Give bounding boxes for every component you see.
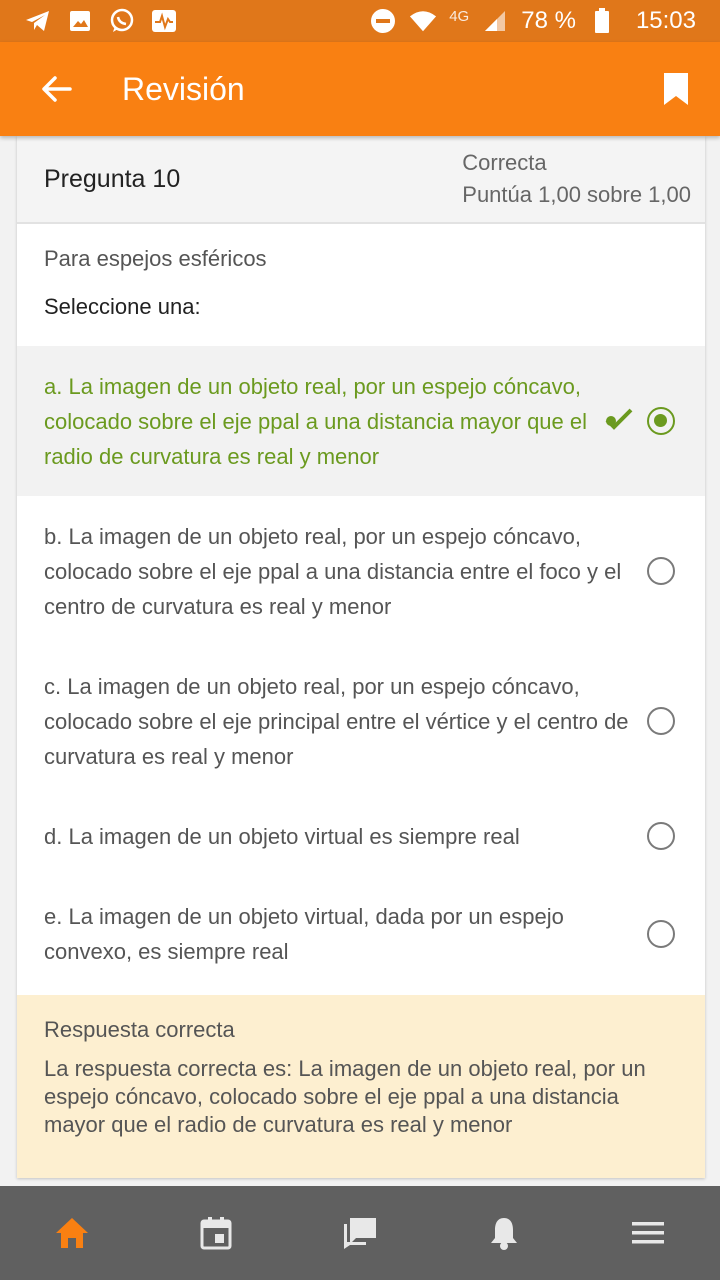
answer-options: a. La imagen de un objeto real, por un e…: [17, 346, 705, 991]
activity-icon: [150, 7, 178, 35]
messages-icon[interactable]: [330, 1203, 390, 1263]
question-status: Correcta Puntúa 1,00 sobre 1,00: [462, 147, 691, 211]
score-text: Puntúa 1,00 sobre 1,00: [462, 182, 691, 207]
question-card: Pregunta 10 Correcta Puntúa 1,00 sobre 1…: [17, 136, 705, 1178]
option-c-radio[interactable]: [647, 707, 675, 735]
option-c-text: c. La imagen de un objeto real, por un e…: [44, 673, 629, 769]
bookmark-icon[interactable]: [656, 69, 696, 109]
option-c[interactable]: c. La imagen de un objeto real, por un e…: [17, 646, 705, 796]
clock: 15:03: [635, 7, 696, 34]
image-icon: [66, 7, 94, 35]
battery-percent: 78 %: [521, 7, 576, 34]
signal-icon: [481, 7, 509, 35]
feedback-box: Respuesta correcta La respuesta correcta…: [17, 995, 705, 1178]
option-e[interactable]: e. La imagen de un objeto virtual, dada …: [17, 876, 705, 991]
wifi-icon: [409, 7, 437, 35]
option-b[interactable]: b. La imagen de un objeto real, por un e…: [17, 496, 705, 646]
question-header: Pregunta 10 Correcta Puntúa 1,00 sobre 1…: [17, 136, 705, 224]
option-d-text: d. La imagen de un objeto virtual es sie…: [44, 823, 520, 849]
page-title: Revisión: [122, 70, 245, 107]
check-icon: [605, 406, 635, 437]
dnd-icon: [369, 7, 397, 35]
home-icon[interactable]: [42, 1203, 102, 1263]
status-text: Correcta: [462, 150, 547, 175]
feedback-body: La respuesta correcta es: La imagen de u…: [44, 1056, 646, 1137]
network-type: 4G: [449, 7, 470, 25]
notifications-icon[interactable]: [474, 1203, 534, 1263]
question-instruction: Seleccione una:: [44, 294, 201, 319]
option-d[interactable]: d. La imagen de un objeto virtual es sie…: [17, 796, 705, 876]
option-a-text: a. La imagen de un objeto real, por un e…: [44, 373, 588, 469]
bottom-nav: [0, 1186, 720, 1280]
arrow-back-icon[interactable]: [36, 69, 76, 109]
whatsapp-icon: [108, 7, 136, 35]
menu-icon[interactable]: [618, 1203, 678, 1263]
battery-icon: [588, 7, 616, 35]
question-prompt: Para espejos esféricos: [44, 246, 267, 271]
telegram-icon: [24, 7, 52, 35]
option-e-radio[interactable]: [647, 919, 675, 948]
calendar-icon[interactable]: [186, 1203, 246, 1263]
option-a[interactable]: a. La imagen de un objeto real, por un e…: [17, 346, 705, 496]
question-number: Pregunta 10: [44, 164, 181, 193]
option-e-text: e. La imagen de un objeto virtual, dada …: [44, 903, 564, 964]
feedback-heading: Respuesta correcta: [44, 1017, 235, 1042]
option-a-radio[interactable]: [647, 407, 675, 435]
option-b-text: b. La imagen de un objeto real, por un e…: [44, 523, 622, 619]
option-d-radio[interactable]: [647, 822, 675, 850]
question-text: Para espejos esféricos Seleccione una:: [17, 224, 705, 320]
app-bar: Revisión: [0, 42, 720, 136]
option-b-radio[interactable]: [647, 557, 675, 585]
status-bar: 4G 78 % 15:03: [0, 0, 720, 42]
